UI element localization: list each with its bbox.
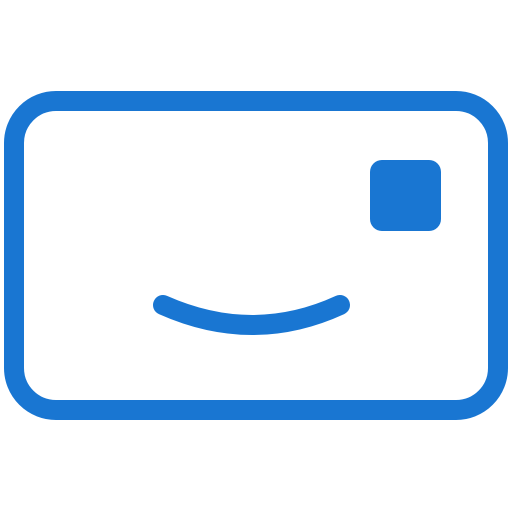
stamp-square: [370, 160, 441, 231]
smiling-postcard-icon: [4, 91, 508, 420]
smile-curve: [153, 295, 350, 335]
icon-canvas: [0, 0, 512, 512]
card-outline: [4, 91, 508, 420]
